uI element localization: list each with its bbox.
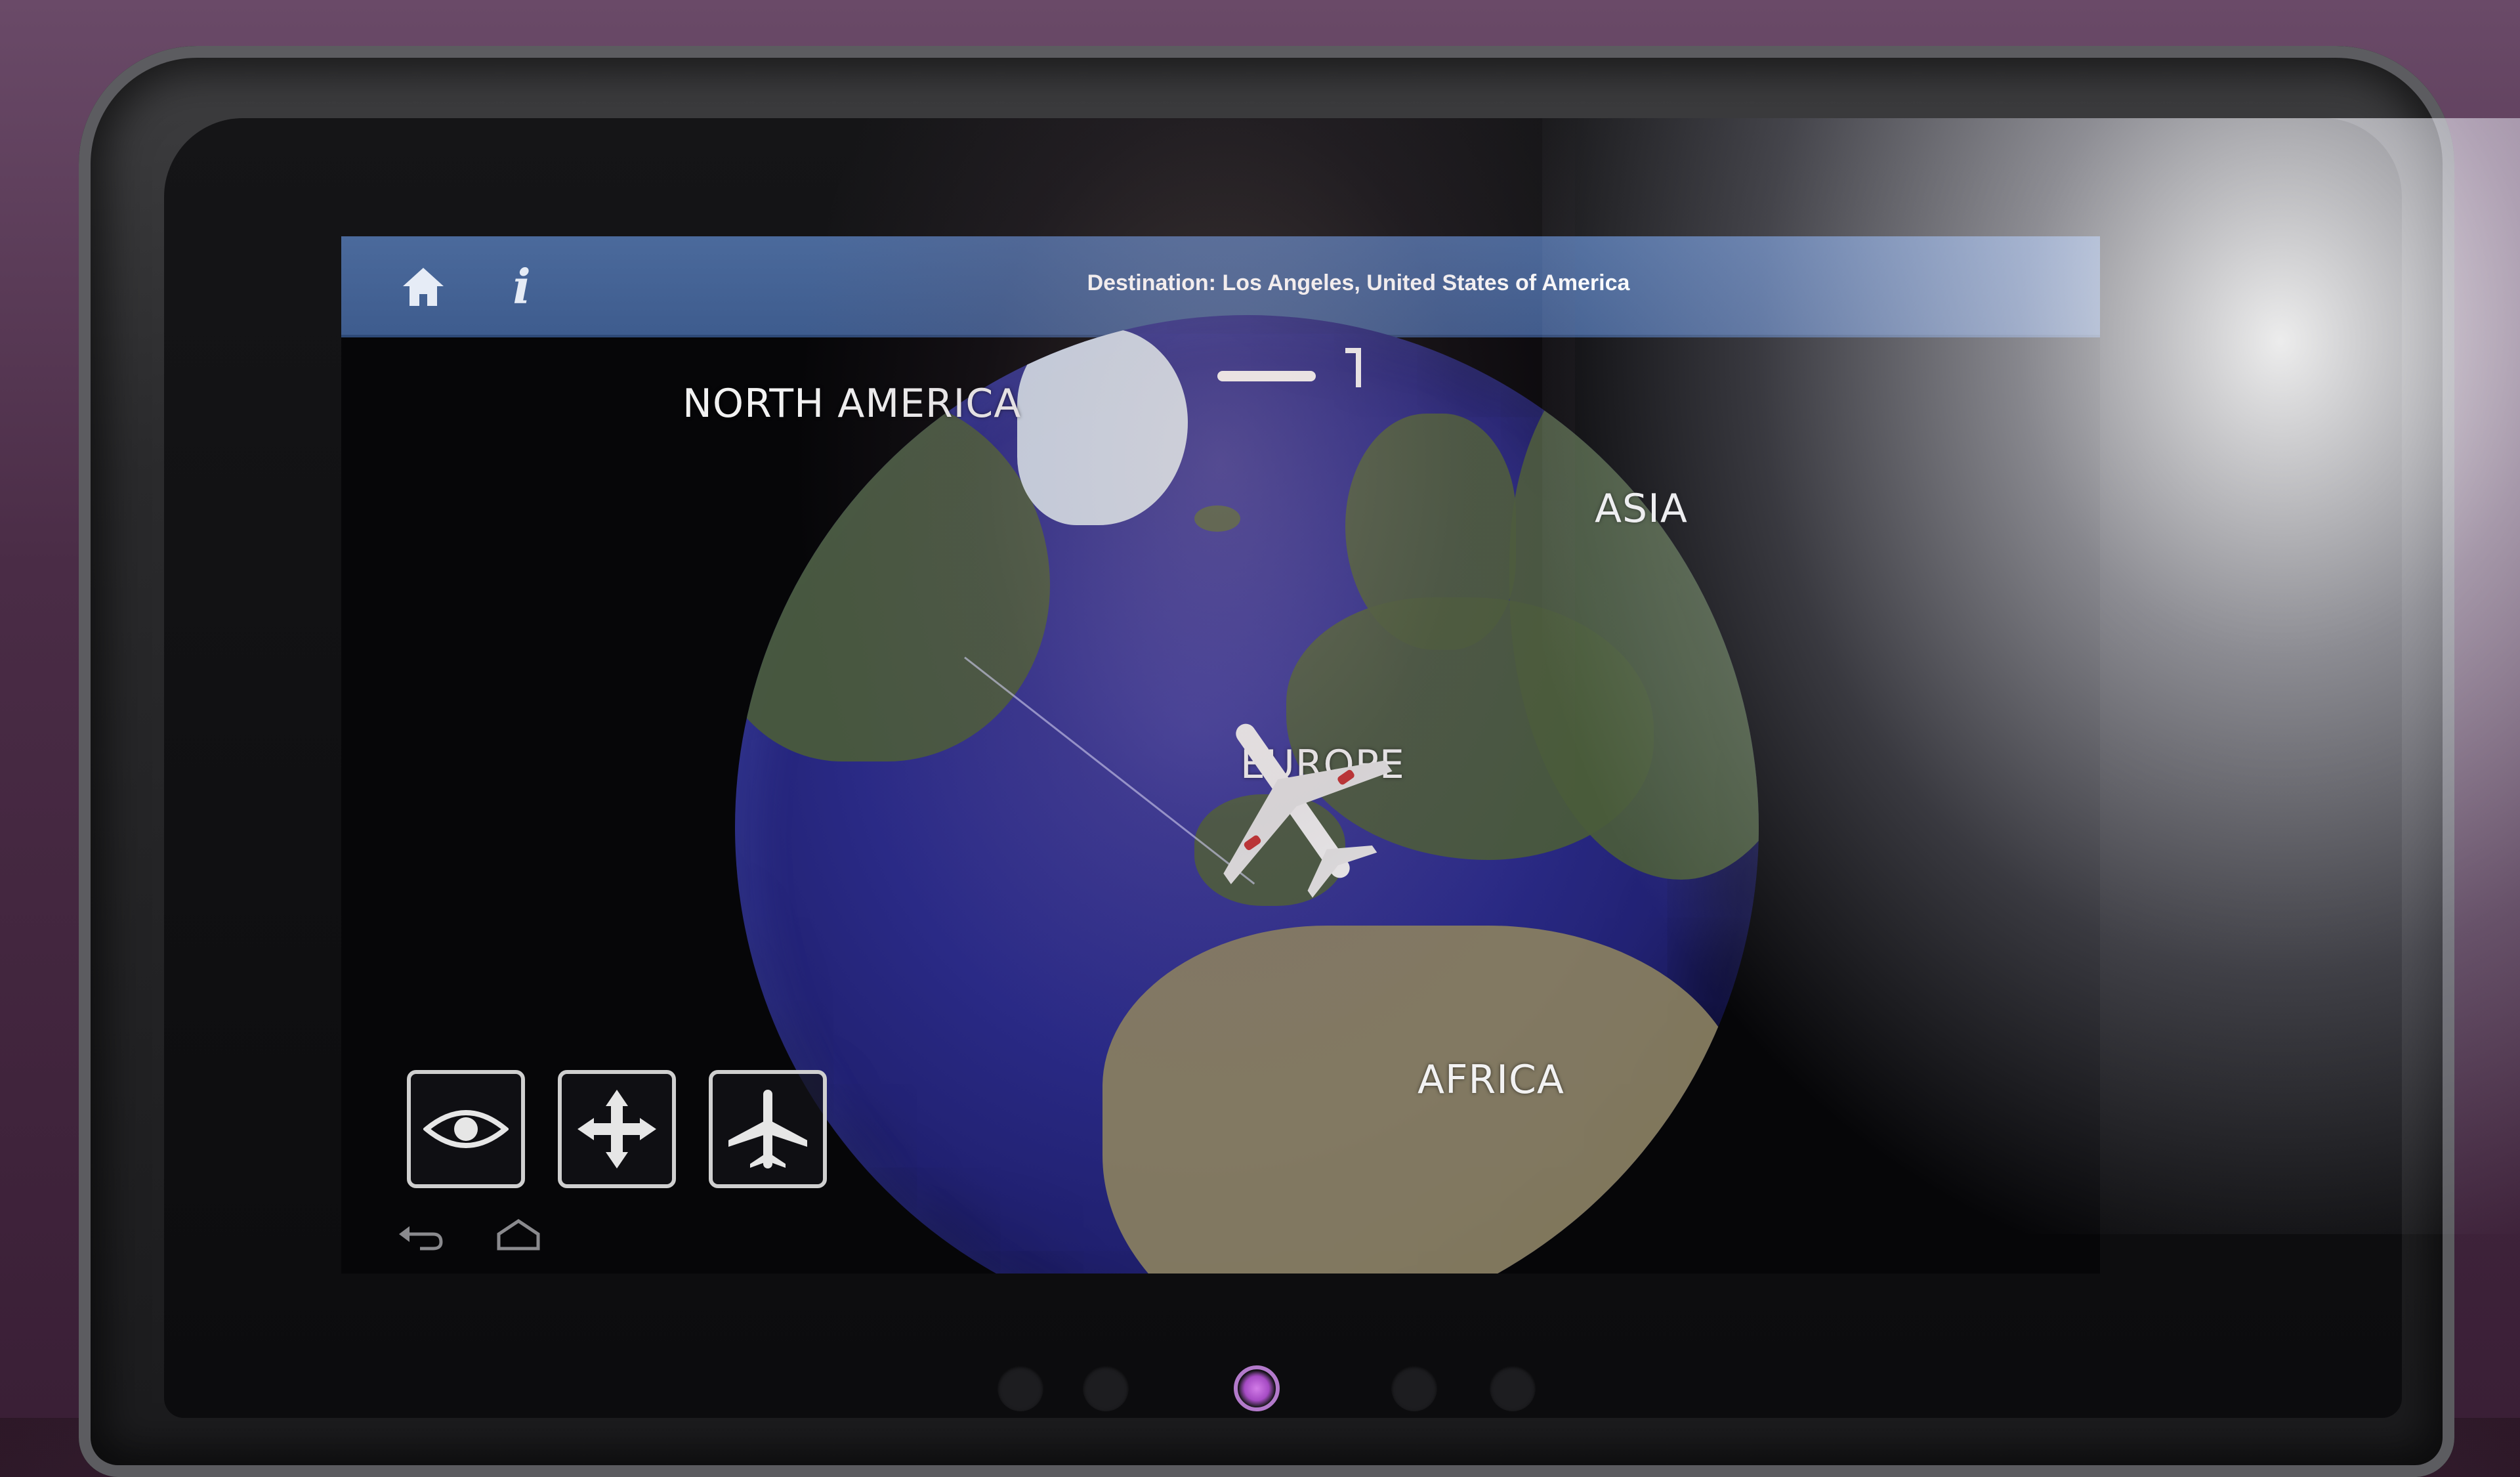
flight-button[interactable]: [709, 1070, 827, 1188]
zoom-marker: [1345, 348, 1361, 387]
page-dot[interactable]: [1391, 1365, 1437, 1411]
zoom-indicator[interactable]: [1217, 371, 1316, 381]
display: i Destination: Los Angeles, United State…: [341, 236, 2100, 1274]
land-iceland: [1194, 505, 1240, 532]
back-arrow-icon[interactable]: [394, 1214, 446, 1254]
label-africa: AFRICA: [1418, 1057, 1564, 1103]
view-mode-button[interactable]: [407, 1070, 525, 1188]
airplane-icon: [728, 1090, 807, 1168]
pan-button[interactable]: [558, 1070, 676, 1188]
page-dot[interactable]: [1490, 1365, 1536, 1411]
label-north-america: NORTH AMERICA: [682, 381, 1022, 427]
home-outline-icon[interactable]: [492, 1214, 545, 1254]
land-greenland: [1017, 328, 1188, 525]
move-arrows-icon: [578, 1090, 656, 1168]
label-asia: ASIA: [1595, 486, 1688, 532]
page-dot-active[interactable]: [1234, 1365, 1280, 1411]
page-dot[interactable]: [998, 1365, 1043, 1411]
land-north-america: [735, 394, 1050, 761]
page-indicator: [971, 1352, 1562, 1418]
eye-icon: [423, 1110, 509, 1148]
airplane-marker-icon: [1188, 696, 1398, 906]
destination-text: Destination: Los Angeles, United States …: [1087, 270, 1630, 295]
page-dot[interactable]: [1083, 1365, 1129, 1411]
